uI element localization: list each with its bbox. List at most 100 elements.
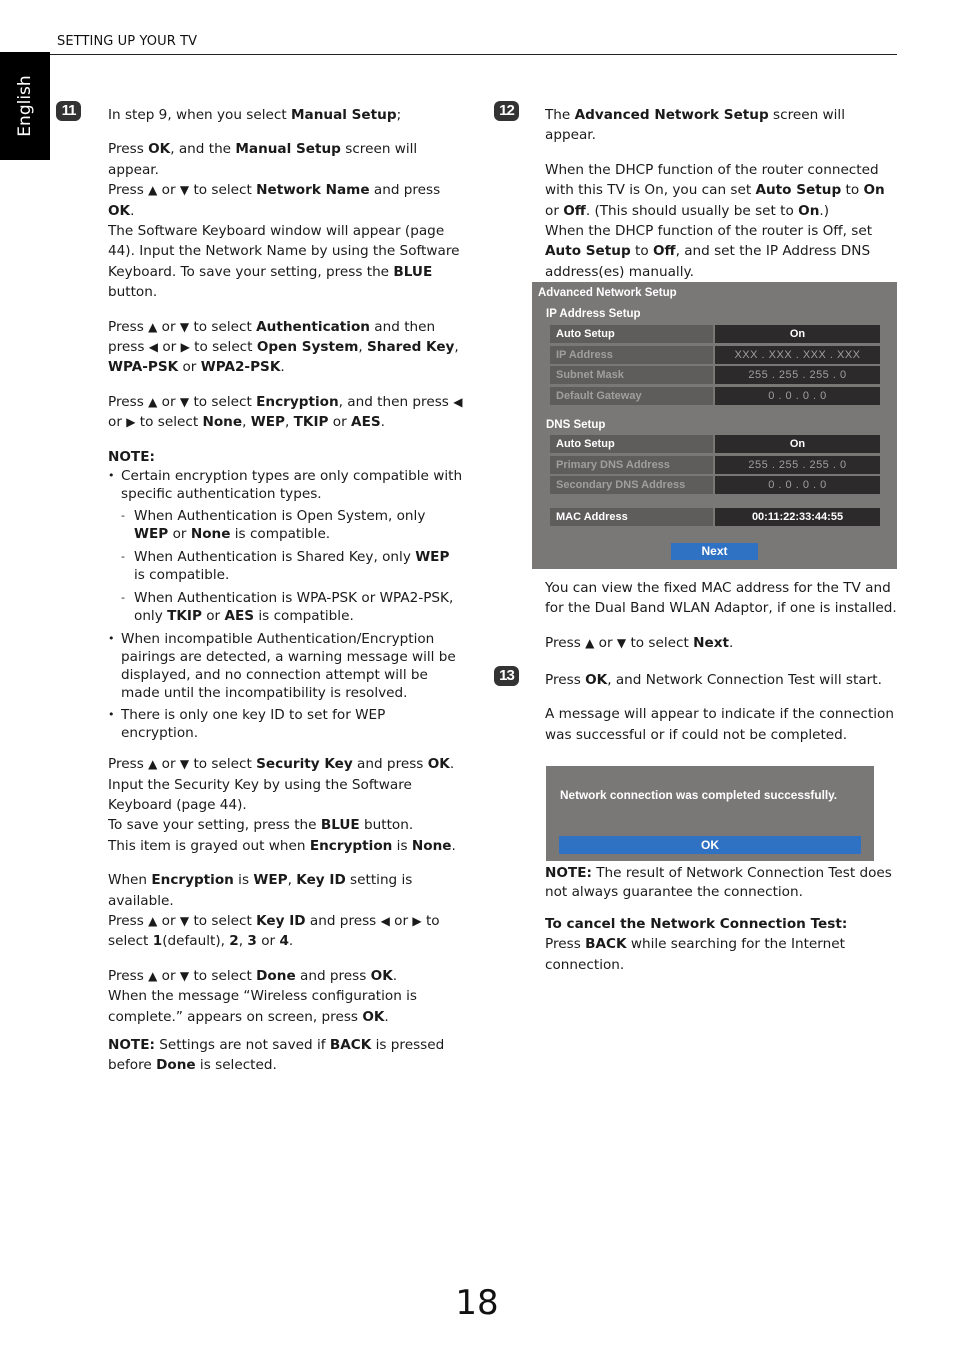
row-value: 255 . 255 . 255 . 0 bbox=[715, 456, 880, 474]
text: , and Network Connection Test will start… bbox=[607, 672, 882, 688]
bold-text: NOTE: bbox=[108, 448, 155, 465]
text: to select bbox=[189, 393, 257, 410]
step-12-intro: The Advanced Network Setup screen will a… bbox=[545, 105, 900, 146]
text: and press bbox=[305, 912, 381, 929]
text: or bbox=[256, 933, 280, 950]
text: Certain encryption types are only compat… bbox=[121, 468, 463, 503]
text: Settings are not saved if bbox=[154, 1036, 330, 1053]
ip-auto-setup-row[interactable]: Auto Setup On bbox=[550, 325, 880, 343]
note-subitem: When Authentication is WPA-PSK or WPA2-P… bbox=[121, 589, 463, 625]
step-11-note-back: NOTE: Settings are not saved if BACK is … bbox=[108, 1035, 463, 1076]
text: or bbox=[157, 756, 180, 773]
bold-text: TKIP bbox=[167, 608, 202, 625]
bold-text: BLUE bbox=[320, 817, 360, 834]
text: , and then press bbox=[338, 393, 454, 410]
bold-text: OK bbox=[108, 202, 131, 219]
bold-text: Key ID bbox=[256, 912, 306, 929]
text: The result of Network Connection Test do… bbox=[545, 865, 892, 900]
step-11-content: In step 9, when you select Manual Setup;… bbox=[108, 105, 463, 1076]
text: Input the Security Key by using the Soft… bbox=[108, 776, 412, 813]
text: or bbox=[178, 359, 201, 376]
header-divider bbox=[50, 54, 897, 55]
bold-text: 1 bbox=[152, 933, 163, 950]
text: When Authentication is Open System, only bbox=[134, 508, 426, 525]
step-12-content: The Advanced Network Setup screen will a… bbox=[545, 105, 900, 282]
next-button[interactable]: Next bbox=[671, 543, 758, 560]
ok-button[interactable]: OK bbox=[559, 836, 861, 854]
step-12-mac-info: You can view the fixed MAC address for t… bbox=[545, 580, 897, 617]
bold-text: Off bbox=[563, 202, 586, 219]
text: and press bbox=[369, 182, 441, 199]
text: button. bbox=[108, 284, 158, 301]
text: or bbox=[157, 393, 180, 410]
bold-text: BACK bbox=[585, 936, 627, 953]
step-13-note: NOTE: The result of Network Connection T… bbox=[545, 864, 900, 902]
left-arrow-icon: ◀ bbox=[148, 340, 159, 355]
text: Press bbox=[108, 182, 149, 199]
down-arrow-icon: ▼ bbox=[179, 183, 190, 198]
text: , bbox=[285, 414, 294, 431]
bold-text: WEP bbox=[250, 414, 285, 431]
text: Press bbox=[545, 634, 586, 651]
dialog-message: Network connection was completed success… bbox=[560, 788, 838, 802]
bold-text: TKIP bbox=[293, 414, 329, 431]
page-number: 18 bbox=[455, 1283, 499, 1323]
text: or bbox=[545, 202, 564, 219]
down-arrow-icon: ▼ bbox=[179, 757, 190, 772]
text: When Authentication is Shared Key, only bbox=[134, 549, 416, 566]
step-11-intro: In step 9, when you select Manual Setup; bbox=[108, 105, 463, 125]
bold-text: WPA2-PSK bbox=[200, 359, 281, 376]
text: or bbox=[389, 912, 413, 929]
step-11-paragraph-key-id: When Encryption is WEP, Key ID setting i… bbox=[108, 870, 463, 952]
bold-text: OK bbox=[370, 967, 393, 984]
text: . bbox=[130, 202, 135, 219]
text: or bbox=[157, 318, 180, 335]
bold-text: Open System bbox=[256, 339, 359, 356]
ip-address-setup-heading: IP Address Setup bbox=[546, 308, 641, 320]
text: or bbox=[328, 414, 352, 431]
bold-text: OK bbox=[148, 141, 171, 158]
text: to select bbox=[135, 414, 203, 431]
text: Press bbox=[108, 756, 149, 773]
text: to bbox=[841, 182, 864, 199]
left-arrow-icon: ◀ bbox=[380, 913, 390, 928]
text: to select bbox=[189, 912, 257, 929]
row-label: Primary DNS Address bbox=[550, 456, 713, 474]
note-item: There is only one key ID to set for WEP … bbox=[108, 706, 463, 742]
text: . bbox=[449, 756, 455, 773]
text: , bbox=[358, 339, 368, 356]
bold-text: WEP bbox=[415, 549, 450, 566]
text: Press bbox=[108, 393, 149, 410]
bold-text: Done bbox=[256, 967, 296, 984]
text: is compatible. bbox=[254, 608, 354, 625]
bold-text: Authentication bbox=[256, 318, 370, 335]
note-heading: NOTE: bbox=[108, 447, 463, 467]
text: .) bbox=[819, 202, 830, 219]
down-arrow-icon: ▼ bbox=[179, 968, 190, 983]
text: , and the bbox=[170, 141, 236, 158]
text: When bbox=[108, 872, 152, 889]
dns-setup-heading: DNS Setup bbox=[546, 419, 606, 431]
secondary-dns-row: Secondary DNS Address 0 . 0 . 0 . 0 bbox=[550, 476, 880, 494]
bold-text: Auto Setup bbox=[545, 243, 631, 260]
text: Press bbox=[545, 936, 586, 953]
text: or bbox=[157, 967, 180, 984]
text: . bbox=[384, 1008, 389, 1025]
step-11-paragraph-manual-setup: Press OK, and the Manual Setup screen wi… bbox=[108, 139, 463, 302]
bold-text: To cancel the Network Connection Test: bbox=[545, 916, 848, 932]
text: or bbox=[158, 339, 181, 356]
text: is selected. bbox=[195, 1057, 277, 1074]
text: to bbox=[630, 243, 653, 260]
dns-auto-setup-row[interactable]: Auto Setup On bbox=[550, 435, 880, 453]
connection-result-dialog: Network connection was completed success… bbox=[546, 766, 874, 861]
bold-text: AES bbox=[224, 608, 255, 625]
text: . bbox=[729, 634, 734, 651]
row-value: On bbox=[715, 325, 880, 343]
text: is bbox=[233, 872, 254, 889]
text: to select bbox=[189, 339, 257, 356]
step-12-paragraph-dhcp-off: When the DHCP function of the router is … bbox=[545, 221, 900, 282]
step-12-badge: 12 bbox=[494, 101, 519, 121]
row-value: 00:11:22:33:44:55 bbox=[715, 508, 880, 526]
bold-text: Encryption bbox=[151, 872, 234, 889]
ip-address-row: IP Address XXX . XXX . XXX . XXX bbox=[550, 346, 880, 364]
